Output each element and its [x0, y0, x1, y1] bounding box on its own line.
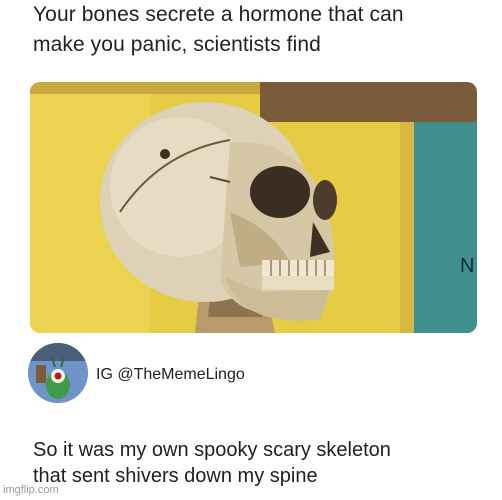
- headline: Your bones secrete a hormone that can ma…: [33, 0, 493, 60]
- watermark: imgflip.com: [3, 484, 59, 496]
- caption: So it was my own spooky scary skeleton t…: [33, 437, 493, 489]
- headline-line-2: make you panic, scientists find: [33, 33, 321, 56]
- caption-line-2: that sent shivers down my spine: [33, 465, 318, 487]
- headline-line-1: Your bones secrete a hormone that can: [33, 3, 404, 26]
- caption-line-1: So it was my own spooky scary skeleton: [33, 439, 391, 461]
- author-row: IG @TheMemeLingo: [28, 343, 328, 405]
- avatar[interactable]: [28, 343, 88, 403]
- plankton-character-icon: [28, 343, 88, 403]
- skull-illustration: N: [30, 82, 477, 333]
- skull-photo: N: [30, 82, 477, 333]
- corner-letter: N: [460, 255, 474, 277]
- author-handle[interactable]: IG @TheMemeLingo: [96, 366, 245, 384]
